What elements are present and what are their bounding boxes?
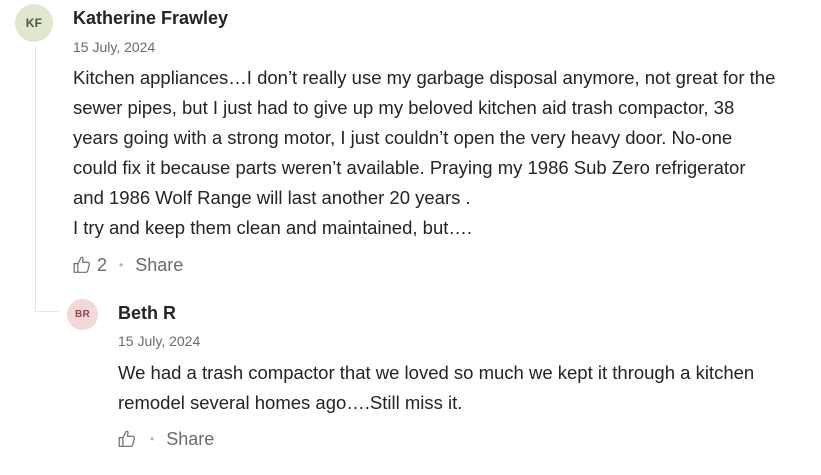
comment-body: We had a trash compactor that we loved s…: [118, 362, 755, 413]
clap-button[interactable]: [116, 428, 138, 450]
comment-date: 15 July, 2024: [73, 39, 156, 55]
clap-icon: [73, 256, 91, 273]
thread-connector: [35, 311, 59, 312]
clap-button[interactable]: 2: [71, 254, 107, 276]
comment-actions: • Share: [116, 427, 214, 451]
avatar[interactable]: BR: [67, 299, 98, 330]
separator-dot: •: [150, 432, 155, 446]
share-button[interactable]: Share: [135, 255, 183, 276]
comment-body: Kitchen appliances…I don’t really use my…: [73, 67, 776, 238]
comment-author[interactable]: Katherine Frawley: [73, 8, 228, 29]
separator-dot: •: [119, 258, 124, 272]
comment-date: 15 July, 2024: [118, 333, 201, 349]
clap-icon: [118, 430, 136, 447]
share-button[interactable]: Share: [166, 429, 214, 450]
thread-line: [35, 46, 36, 311]
avatar[interactable]: KF: [15, 4, 53, 42]
comment-actions: 2 • Share: [71, 253, 183, 277]
clap-count: 2: [97, 254, 108, 275]
comment-author[interactable]: Beth R: [118, 303, 176, 324]
